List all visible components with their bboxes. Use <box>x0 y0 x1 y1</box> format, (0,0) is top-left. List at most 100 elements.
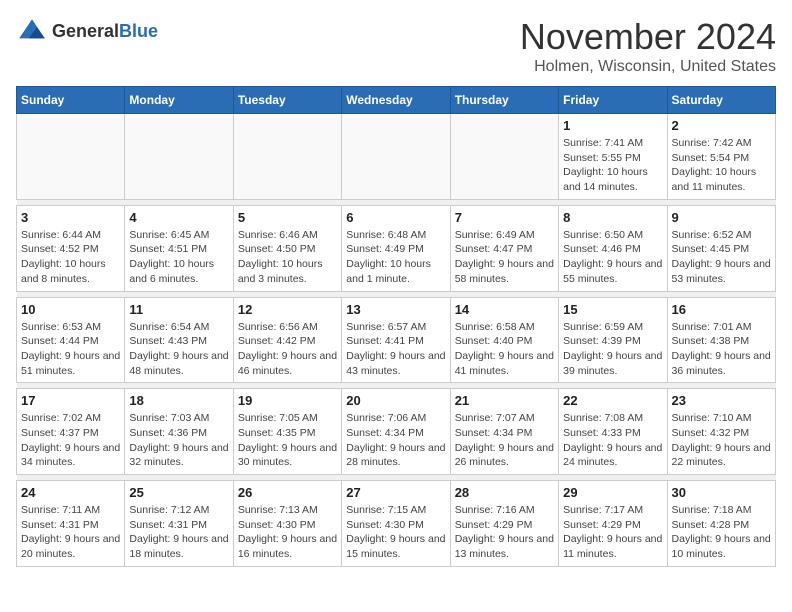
day-header-saturday: Saturday <box>667 87 775 114</box>
day-info: Sunrise: 7:10 AM Sunset: 4:32 PM Dayligh… <box>672 411 771 470</box>
calendar-cell: 14 Sunrise: 6:58 AM Sunset: 4:40 PM Dayli… <box>450 297 558 383</box>
day-info: Sunrise: 7:15 AM Sunset: 4:30 PM Dayligh… <box>346 503 445 562</box>
day-header-monday: Monday <box>125 87 233 114</box>
calendar-cell: 18Sunrise: 7:03 AM Sunset: 4:36 PM Dayli… <box>125 389 233 475</box>
day-number: 13 <box>346 302 445 317</box>
day-info: Sunrise: 6:44 AM Sunset: 4:52 PM Dayligh… <box>21 228 120 287</box>
day-number: 24 <box>21 485 120 500</box>
day-number: 30 <box>672 485 771 500</box>
calendar-cell <box>125 114 233 200</box>
calendar-cell <box>342 114 450 200</box>
day-header-thursday: Thursday <box>450 87 558 114</box>
day-info: Sunrise: 6:49 AM Sunset: 4:47 PM Dayligh… <box>455 228 554 287</box>
day-info: Sunrise: 7:05 AM Sunset: 4:35 PM Dayligh… <box>238 411 337 470</box>
day-info: Sunrise: 6:57 AM Sunset: 4:41 PM Dayligh… <box>346 320 445 379</box>
day-info: Sunrise: 6:54 AM Sunset: 4:43 PM Dayligh… <box>129 320 228 379</box>
day-info: Sunrise: 7:03 AM Sunset: 4:36 PM Dayligh… <box>129 411 228 470</box>
logo-text: GeneralBlue <box>52 22 158 42</box>
day-info: Sunrise: 7:13 AM Sunset: 4:30 PM Dayligh… <box>238 503 337 562</box>
day-number: 8 <box>563 210 662 225</box>
day-number: 14 <box>455 302 554 317</box>
calendar-cell: 17 Sunrise: 7:02 AM Sunset: 4:37 PM Dayli… <box>17 389 125 475</box>
calendar-cell: 22 Sunrise: 7:08 AM Sunset: 4:33 PM Dayli… <box>559 389 667 475</box>
day-info: Sunrise: 7:08 AM Sunset: 4:33 PM Dayligh… <box>563 411 662 470</box>
calendar-cell: 13 Sunrise: 6:57 AM Sunset: 4:41 PM Dayli… <box>342 297 450 383</box>
day-number: 6 <box>346 210 445 225</box>
day-number: 5 <box>238 210 337 225</box>
day-number: 26 <box>238 485 337 500</box>
day-info: Sunrise: 7:18 AM Sunset: 4:28 PM Dayligh… <box>672 503 771 562</box>
calendar-cell: 21 Sunrise: 7:07 AM Sunset: 4:34 PM Dayli… <box>450 389 558 475</box>
day-number: 12 <box>238 302 337 317</box>
day-info: Sunrise: 6:50 AM Sunset: 4:46 PM Dayligh… <box>563 228 662 287</box>
day-number: 7 <box>455 210 554 225</box>
day-info: Sunrise: 7:17 AM Sunset: 4:29 PM Dayligh… <box>563 503 662 562</box>
page-header: GeneralBlue November 2024 Holmen, Wiscon… <box>16 16 776 76</box>
day-info: Sunrise: 7:07 AM Sunset: 4:34 PM Dayligh… <box>455 411 554 470</box>
calendar-cell <box>17 114 125 200</box>
day-number: 4 <box>129 210 228 225</box>
day-info: Sunrise: 7:41 AM Sunset: 5:55 PM Dayligh… <box>563 136 662 195</box>
calendar-cell: 30 Sunrise: 7:18 AM Sunset: 4:28 PM Dayli… <box>667 481 775 567</box>
calendar-week-1: 1 Sunrise: 7:41 AM Sunset: 5:55 PM Daylig… <box>17 114 776 200</box>
calendar-cell: 7 Sunrise: 6:49 AM Sunset: 4:47 PM Daylig… <box>450 205 558 291</box>
calendar-cell <box>233 114 341 200</box>
calendar-week-2: 3Sunrise: 6:44 AM Sunset: 4:52 PM Daylig… <box>17 205 776 291</box>
day-header-tuesday: Tuesday <box>233 87 341 114</box>
calendar-week-3: 10Sunrise: 6:53 AM Sunset: 4:44 PM Dayli… <box>17 297 776 383</box>
calendar-cell: 9 Sunrise: 6:52 AM Sunset: 4:45 PM Daylig… <box>667 205 775 291</box>
calendar-cell: 3Sunrise: 6:44 AM Sunset: 4:52 PM Daylig… <box>17 205 125 291</box>
calendar-cell: 26 Sunrise: 7:13 AM Sunset: 4:30 PM Dayli… <box>233 481 341 567</box>
day-info: Sunrise: 6:58 AM Sunset: 4:40 PM Dayligh… <box>455 320 554 379</box>
day-header-friday: Friday <box>559 87 667 114</box>
day-number: 1 <box>563 118 662 133</box>
day-number: 29 <box>563 485 662 500</box>
day-number: 9 <box>672 210 771 225</box>
calendar-cell: 15Sunrise: 6:59 AM Sunset: 4:39 PM Dayli… <box>559 297 667 383</box>
location-title: Holmen, Wisconsin, United States <box>520 58 776 76</box>
day-number: 28 <box>455 485 554 500</box>
title-area: November 2024 Holmen, Wisconsin, United … <box>520 16 776 76</box>
day-info: Sunrise: 7:06 AM Sunset: 4:34 PM Dayligh… <box>346 411 445 470</box>
day-info: Sunrise: 6:48 AM Sunset: 4:49 PM Dayligh… <box>346 228 445 287</box>
calendar-cell: 16 Sunrise: 7:01 AM Sunset: 4:38 PM Dayli… <box>667 297 775 383</box>
logo-icon <box>16 16 48 48</box>
calendar-cell: 28 Sunrise: 7:16 AM Sunset: 4:29 PM Dayli… <box>450 481 558 567</box>
calendar-cell: 25Sunrise: 7:12 AM Sunset: 4:31 PM Dayli… <box>125 481 233 567</box>
calendar-cell: 11 Sunrise: 6:54 AM Sunset: 4:43 PM Dayli… <box>125 297 233 383</box>
calendar-cell: 5Sunrise: 6:46 AM Sunset: 4:50 PM Daylig… <box>233 205 341 291</box>
day-number: 17 <box>21 393 120 408</box>
day-info: Sunrise: 6:45 AM Sunset: 4:51 PM Dayligh… <box>129 228 228 287</box>
day-number: 21 <box>455 393 554 408</box>
calendar-cell: 6 Sunrise: 6:48 AM Sunset: 4:49 PM Daylig… <box>342 205 450 291</box>
calendar-header-row: SundayMondayTuesdayWednesdayThursdayFrid… <box>17 87 776 114</box>
calendar-cell: 29 Sunrise: 7:17 AM Sunset: 4:29 PM Dayli… <box>559 481 667 567</box>
logo-general: General <box>52 21 119 41</box>
day-info: Sunrise: 7:02 AM Sunset: 4:37 PM Dayligh… <box>21 411 120 470</box>
day-number: 27 <box>346 485 445 500</box>
calendar-cell: 19 Sunrise: 7:05 AM Sunset: 4:35 PM Dayli… <box>233 389 341 475</box>
day-info: Sunrise: 7:42 AM Sunset: 5:54 PM Dayligh… <box>672 136 771 195</box>
calendar-week-5: 24Sunrise: 7:11 AM Sunset: 4:31 PM Dayli… <box>17 481 776 567</box>
day-number: 19 <box>238 393 337 408</box>
day-info: Sunrise: 7:01 AM Sunset: 4:38 PM Dayligh… <box>672 320 771 379</box>
day-info: Sunrise: 7:12 AM Sunset: 4:31 PM Dayligh… <box>129 503 228 562</box>
calendar-cell: 12 Sunrise: 6:56 AM Sunset: 4:42 PM Dayli… <box>233 297 341 383</box>
calendar-week-4: 17 Sunrise: 7:02 AM Sunset: 4:37 PM Dayli… <box>17 389 776 475</box>
day-info: Sunrise: 7:16 AM Sunset: 4:29 PM Dayligh… <box>455 503 554 562</box>
calendar-cell: 8 Sunrise: 6:50 AM Sunset: 4:46 PM Daylig… <box>559 205 667 291</box>
logo-blue-text: Blue <box>119 21 158 41</box>
day-number: 2 <box>672 118 771 133</box>
day-number: 20 <box>346 393 445 408</box>
day-number: 11 <box>129 302 228 317</box>
calendar-cell <box>450 114 558 200</box>
day-header-wednesday: Wednesday <box>342 87 450 114</box>
day-info: Sunrise: 6:56 AM Sunset: 4:42 PM Dayligh… <box>238 320 337 379</box>
calendar-cell: 4 Sunrise: 6:45 AM Sunset: 4:51 PM Daylig… <box>125 205 233 291</box>
calendar-cell: 20 Sunrise: 7:06 AM Sunset: 4:34 PM Dayli… <box>342 389 450 475</box>
day-number: 15 <box>563 302 662 317</box>
day-number: 16 <box>672 302 771 317</box>
day-number: 22 <box>563 393 662 408</box>
calendar-cell: 24Sunrise: 7:11 AM Sunset: 4:31 PM Dayli… <box>17 481 125 567</box>
day-info: Sunrise: 6:52 AM Sunset: 4:45 PM Dayligh… <box>672 228 771 287</box>
